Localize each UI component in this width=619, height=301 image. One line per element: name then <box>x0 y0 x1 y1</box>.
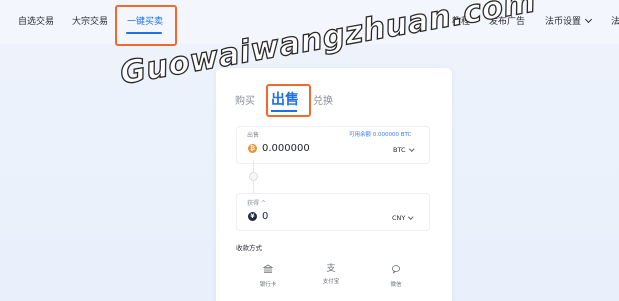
sell-currency-label: BTC <box>393 146 406 154</box>
wechat-label: 微信 <box>390 282 402 288</box>
sell-field-label: 出售 <box>247 132 260 139</box>
fiat-settings-label: 法币设置 <box>545 17 582 27</box>
payment-methods-title: 收款方式 <box>236 244 262 252</box>
chevron-down-icon <box>408 146 414 152</box>
tab-sell[interactable]: 出售 <box>271 89 299 109</box>
available-balance: 可用余额 0.000000 BTC <box>349 132 412 138</box>
btc-icon: ₿ <box>248 144 257 153</box>
receive-currency-select[interactable]: CNY <box>392 214 414 222</box>
receive-amount-input[interactable]: 0 <box>262 211 268 222</box>
receive-field-label: 获得 ^ <box>247 200 266 207</box>
nav-active-underline <box>126 32 162 34</box>
nav-item-truncated[interactable]: 法 <box>611 14 619 27</box>
nav-item-fiat-settings[interactable]: 法币设置 <box>545 14 593 27</box>
nav-item-post-ad[interactable]: 发布广告 <box>489 14 525 27</box>
receive-currency-label: CNY <box>392 214 406 222</box>
payment-method-bank-card[interactable]: 银行卡 <box>248 264 288 288</box>
sell-currency-select[interactable]: BTC <box>393 146 414 154</box>
top-nav: 自选交易 大宗交易 一键买卖 教程 发布广告 法币设置 法 <box>0 0 619 44</box>
tab-active-underline <box>271 110 297 112</box>
chevron-down-icon <box>408 214 414 220</box>
tab-buy[interactable]: 购买 <box>235 92 255 107</box>
swap-icon[interactable] <box>249 172 258 181</box>
wechat-icon <box>376 264 416 277</box>
connector-line <box>253 160 254 172</box>
nav-item-block-trade[interactable]: 大宗交易 <box>72 14 108 27</box>
chevron-down-icon <box>584 15 593 24</box>
bank-card-label: 银行卡 <box>259 282 277 288</box>
sell-amount-input[interactable]: 0.000000 <box>262 143 310 154</box>
payment-method-wechat[interactable]: 微信 <box>376 264 416 288</box>
payment-method-alipay[interactable]: 支 支付宝 <box>311 264 351 285</box>
nav-item-one-click-trade[interactable]: 一键买卖 <box>127 14 163 27</box>
nav-item-tutorial[interactable]: 教程 <box>452 14 470 27</box>
connector-line <box>253 181 254 193</box>
tab-exchange[interactable]: 兑换 <box>313 92 333 107</box>
alipay-icon: 支 <box>326 264 336 274</box>
alipay-label: 支付宝 <box>322 279 340 285</box>
bank-icon <box>248 264 288 277</box>
cny-icon: ¥ <box>248 212 257 221</box>
nav-item-self-select-trade[interactable]: 自选交易 <box>18 14 54 27</box>
